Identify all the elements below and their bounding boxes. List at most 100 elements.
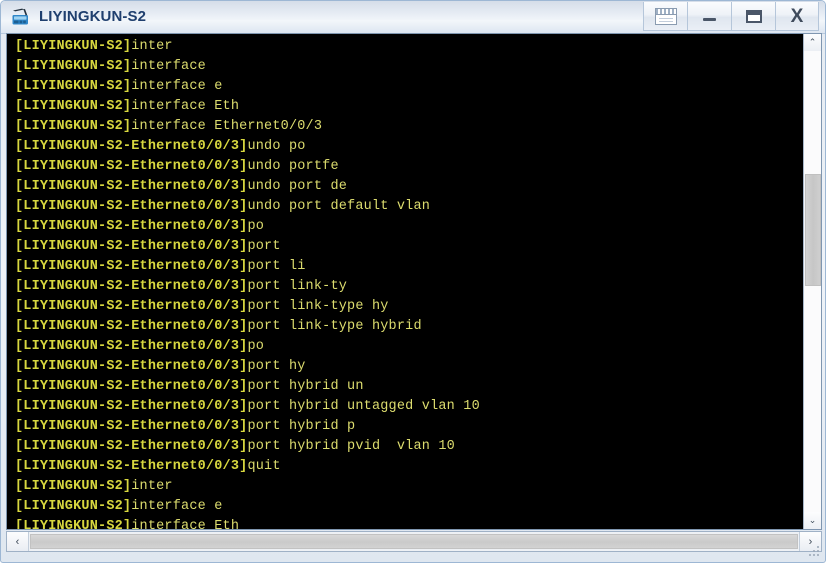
terminal-prompt: [LIYINGKUN-S2-Ethernet0/0/3] — [15, 219, 248, 234]
terminal-window: LIYINGKUN-S2 X [LIYINGKUN-S2]inter [LIYIN… — [0, 0, 826, 563]
terminal-prompt: [LIYINGKUN-S2-Ethernet0/0/3] — [15, 339, 248, 354]
terminal-prompt: [LIYINGKUN-S2] — [15, 39, 132, 54]
terminal-line: [LIYINGKUN-S2]interface Ethernet0/0/3 — [15, 117, 804, 137]
minimize-icon — [703, 18, 716, 21]
maximize-button[interactable] — [731, 2, 775, 31]
terminal-prompt: [LIYINGKUN-S2-Ethernet0/0/3] — [15, 399, 248, 414]
terminal-command: port link-type hy — [247, 299, 389, 314]
terminal-command: port hybrid untagged vlan 10 — [247, 399, 480, 414]
terminal-command: inter — [131, 479, 173, 494]
terminal-line: [LIYINGKUN-S2]inter — [15, 37, 804, 57]
terminal-prompt: [LIYINGKUN-S2] — [15, 59, 132, 74]
terminal-prompt: [LIYINGKUN-S2-Ethernet0/0/3] — [15, 199, 248, 214]
terminal-command: interface e — [131, 79, 223, 94]
terminal-command: po — [247, 339, 265, 354]
title-bar[interactable]: LIYINGKUN-S2 X — [1, 1, 825, 34]
terminal-command: port hybrid p — [247, 419, 356, 434]
terminal-line: [LIYINGKUN-S2-Ethernet0/0/3]port li — [15, 257, 804, 277]
horizontal-scroll-thumb[interactable] — [30, 534, 798, 549]
restore-panel-icon — [654, 7, 677, 25]
terminal-line: [LIYINGKUN-S2-Ethernet0/0/3]port link-ty… — [15, 317, 804, 337]
terminal-line: [LIYINGKUN-S2-Ethernet0/0/3]port hybrid … — [15, 397, 804, 417]
terminal-command: port hybrid un — [247, 379, 364, 394]
terminal-output[interactable]: [LIYINGKUN-S2]inter [LIYINGKUN-S2]interfa… — [7, 34, 804, 529]
terminal-line: [LIYINGKUN-S2-Ethernet0/0/3]quit — [15, 457, 804, 477]
terminal-command: interface — [131, 59, 206, 74]
terminal-command: port hy — [247, 359, 306, 374]
terminal-line: [LIYINGKUN-S2]interface e — [15, 77, 804, 97]
terminal-line: [LIYINGKUN-S2]inter — [15, 477, 804, 497]
terminal-line: [LIYINGKUN-S2-Ethernet0/0/3]port hybrid … — [15, 417, 804, 437]
terminal-prompt: [LIYINGKUN-S2] — [15, 519, 132, 529]
minimize-button[interactable] — [687, 2, 731, 31]
terminal-prompt: [LIYINGKUN-S2] — [15, 499, 132, 514]
terminal-prompt: [LIYINGKUN-S2-Ethernet0/0/3] — [15, 359, 248, 374]
terminal-line: [LIYINGKUN-S2-Ethernet0/0/3]port — [15, 237, 804, 257]
terminal-prompt: [LIYINGKUN-S2-Ethernet0/0/3] — [15, 279, 248, 294]
terminal-prompt: [LIYINGKUN-S2-Ethernet0/0/3] — [15, 459, 248, 474]
close-button[interactable]: X — [775, 2, 819, 31]
resize-grip-icon[interactable] — [809, 546, 822, 559]
scroll-left-button[interactable]: ‹ — [7, 532, 29, 551]
terminal-command: port hybrid pvid vlan 10 — [247, 439, 455, 454]
terminal-command: undo portfe — [247, 159, 339, 174]
scroll-down-button[interactable]: ⌄ — [804, 512, 821, 529]
close-icon: X — [790, 5, 804, 27]
terminal-prompt: [LIYINGKUN-S2] — [15, 479, 132, 494]
terminal-prompt: [LIYINGKUN-S2] — [15, 99, 132, 114]
terminal-prompt: [LIYINGKUN-S2-Ethernet0/0/3] — [15, 239, 248, 254]
terminal-command: undo port de — [247, 179, 348, 194]
maximize-icon — [745, 9, 762, 23]
terminal-line: [LIYINGKUN-S2-Ethernet0/0/3]po — [15, 217, 804, 237]
terminal-command: interface Eth — [131, 99, 240, 114]
vertical-scroll-track-bottom[interactable] — [804, 286, 821, 512]
scroll-up-button[interactable]: ⌃ — [804, 34, 821, 51]
terminal-frame: [LIYINGKUN-S2]inter [LIYINGKUN-S2]interfa… — [6, 33, 822, 530]
terminal-prompt: [LIYINGKUN-S2-Ethernet0/0/3] — [15, 179, 248, 194]
terminal-command: quit — [247, 459, 281, 474]
terminal-line: [LIYINGKUN-S2]interface Eth — [15, 517, 804, 529]
terminal-line: [LIYINGKUN-S2-Ethernet0/0/3]port hy — [15, 357, 804, 377]
window-controls: X — [643, 2, 819, 33]
terminal-command: undo port default vlan — [247, 199, 431, 214]
terminal-prompt: [LIYINGKUN-S2-Ethernet0/0/3] — [15, 379, 248, 394]
terminal-command: undo po — [247, 139, 306, 154]
title-bar-left: LIYINGKUN-S2 — [10, 6, 146, 28]
terminal-line: [LIYINGKUN-S2-Ethernet0/0/3]port hybrid … — [15, 377, 804, 397]
restore-panel-button[interactable] — [643, 2, 687, 31]
terminal-line: [LIYINGKUN-S2]interface Eth — [15, 97, 804, 117]
vertical-scroll-track-top[interactable] — [804, 51, 821, 174]
terminal-prompt: [LIYINGKUN-S2-Ethernet0/0/3] — [15, 259, 248, 274]
terminal-line: [LIYINGKUN-S2]interface e — [15, 497, 804, 517]
terminal-line: [LIYINGKUN-S2-Ethernet0/0/3]undo port de… — [15, 197, 804, 217]
terminal-line: [LIYINGKUN-S2-Ethernet0/0/3]port link-ty — [15, 277, 804, 297]
terminal-prompt: [LIYINGKUN-S2] — [15, 79, 132, 94]
terminal-prompt: [LIYINGKUN-S2] — [15, 119, 132, 134]
terminal-line: [LIYINGKUN-S2-Ethernet0/0/3]undo po — [15, 137, 804, 157]
terminal-line: [LIYINGKUN-S2-Ethernet0/0/3]po — [15, 337, 804, 357]
terminal-command: po — [247, 219, 265, 234]
terminal-command: port link-type hybrid — [247, 319, 422, 334]
terminal-line: [LIYINGKUN-S2]interface — [15, 57, 804, 77]
terminal-command: port — [247, 239, 281, 254]
terminal-prompt: [LIYINGKUN-S2-Ethernet0/0/3] — [15, 319, 248, 334]
vertical-scroll-thumb[interactable] — [805, 174, 821, 286]
terminal-prompt: [LIYINGKUN-S2-Ethernet0/0/3] — [15, 419, 248, 434]
terminal-line: [LIYINGKUN-S2-Ethernet0/0/3]undo portfe — [15, 157, 804, 177]
terminal-prompt: [LIYINGKUN-S2-Ethernet0/0/3] — [15, 139, 248, 154]
terminal-prompt: [LIYINGKUN-S2-Ethernet0/0/3] — [15, 159, 248, 174]
terminal-line: [LIYINGKUN-S2-Ethernet0/0/3]port link-ty… — [15, 297, 804, 317]
terminal-prompt: [LIYINGKUN-S2-Ethernet0/0/3] — [15, 299, 248, 314]
terminal-prompt: [LIYINGKUN-S2-Ethernet0/0/3] — [15, 439, 248, 454]
horizontal-scrollbar[interactable]: ‹ › — [6, 531, 822, 552]
terminal-command: interface Ethernet0/0/3 — [131, 119, 323, 134]
terminal-command: inter — [131, 39, 173, 54]
terminal-command: port link-ty — [247, 279, 348, 294]
switch-device-icon — [10, 6, 32, 28]
terminal-line: [LIYINGKUN-S2-Ethernet0/0/3]port hybrid … — [15, 437, 804, 457]
vertical-scrollbar[interactable]: ⌃ ⌄ — [803, 34, 821, 529]
window-title: LIYINGKUN-S2 — [39, 8, 147, 25]
terminal-command: interface e — [131, 499, 223, 514]
terminal-command: port li — [247, 259, 306, 274]
terminal-command: interface Eth — [131, 519, 240, 529]
